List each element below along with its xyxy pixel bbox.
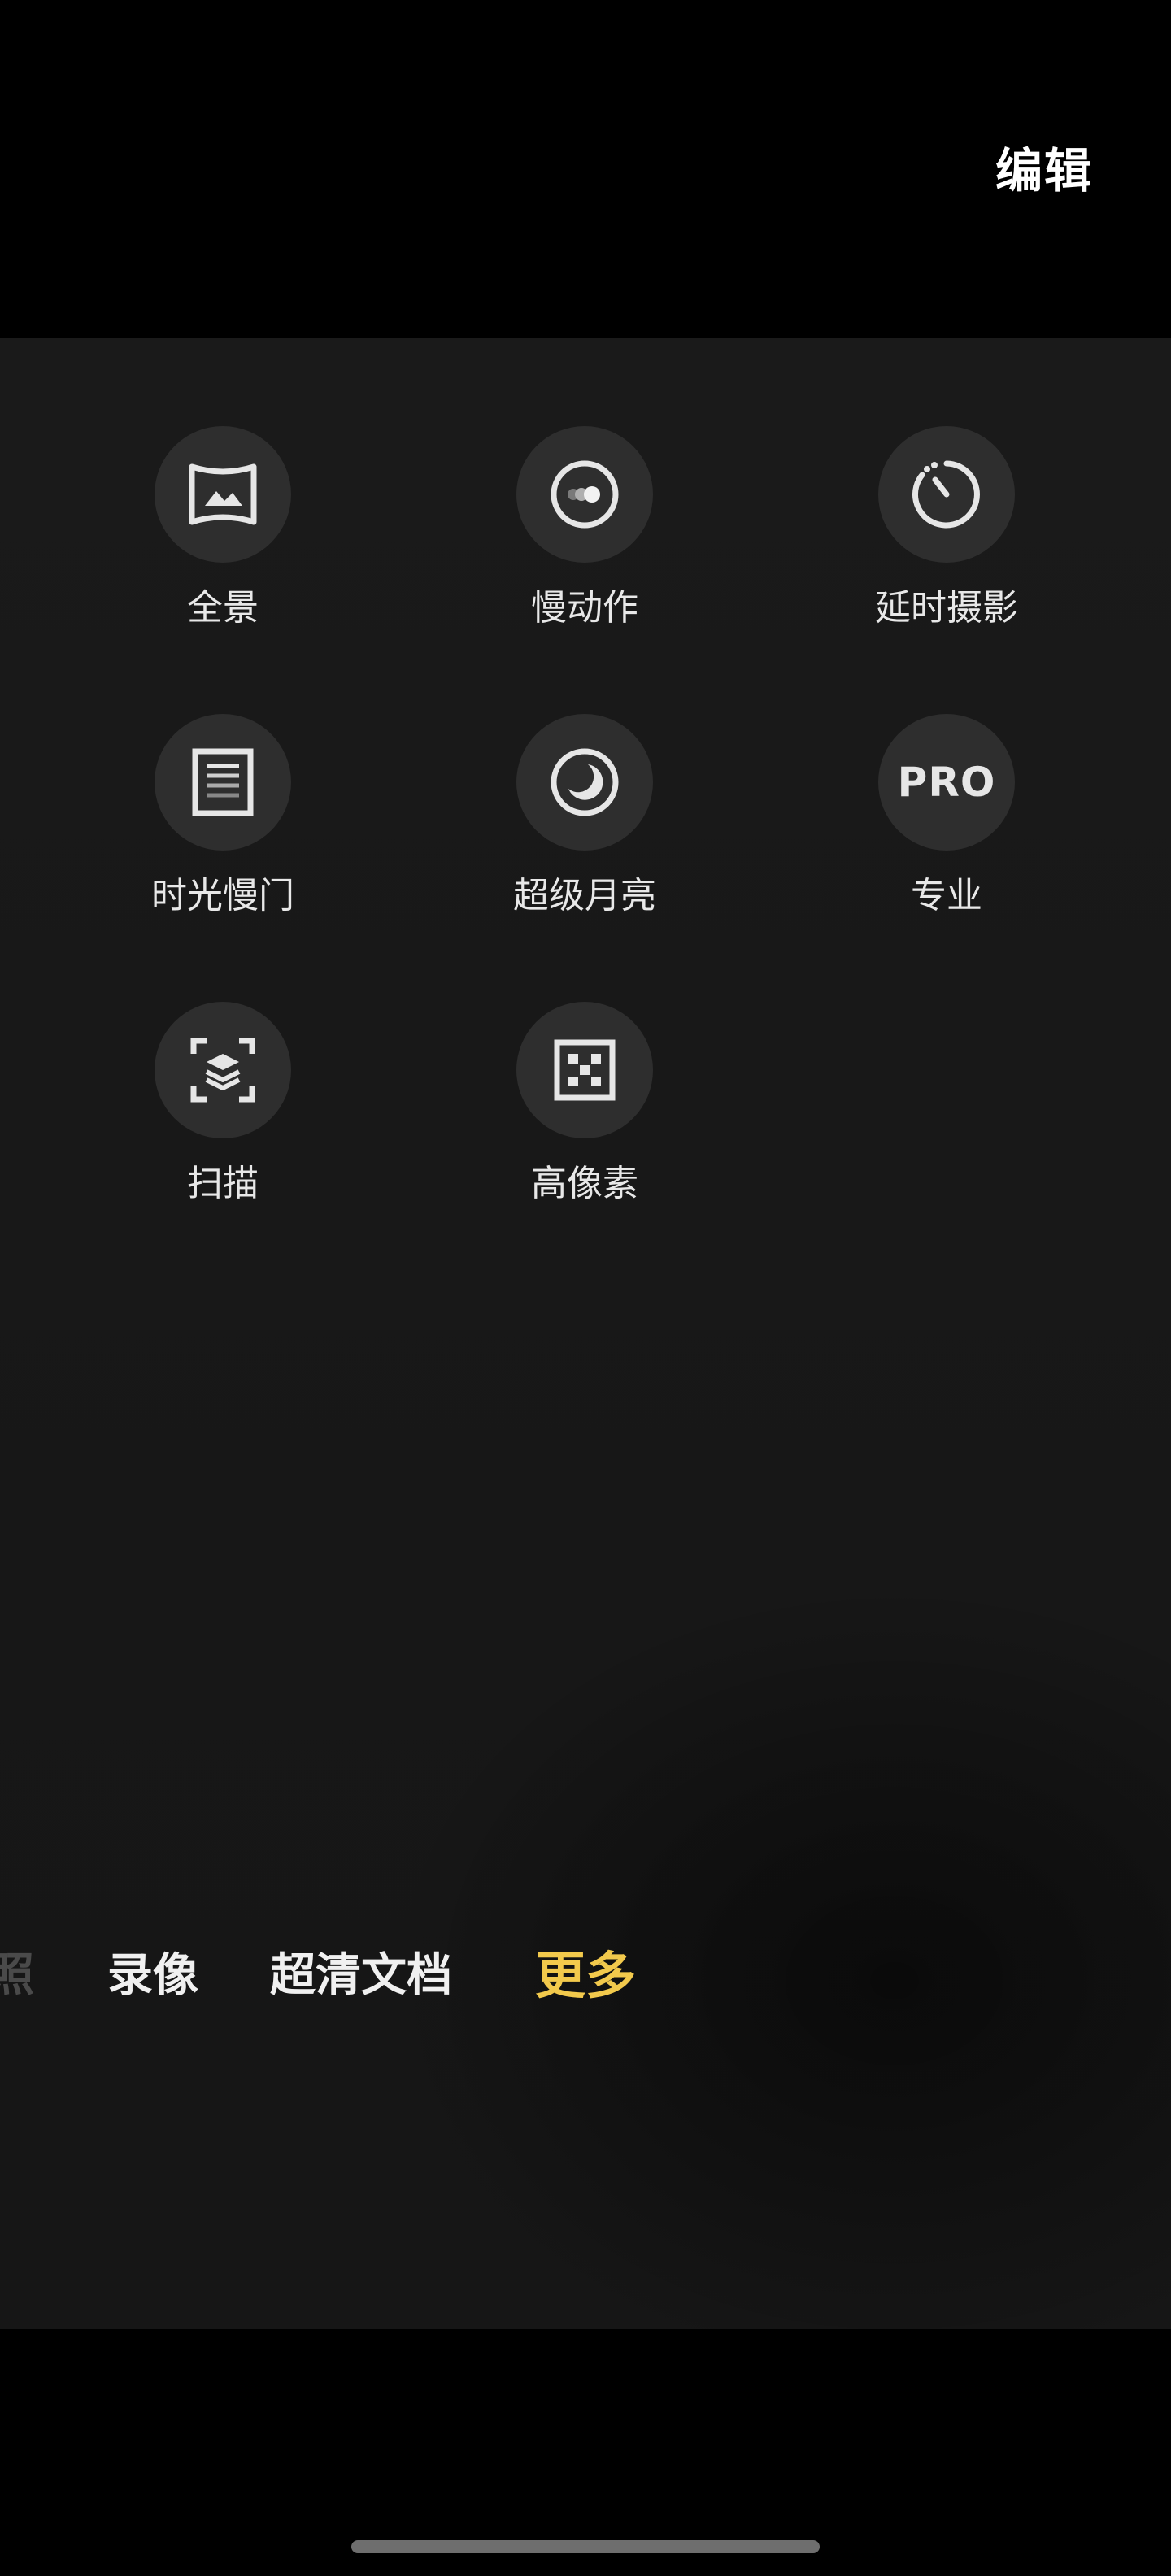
- mode-high-pixel[interactable]: 高像素: [438, 1002, 731, 1246]
- panorama-icon-circle: [155, 426, 291, 563]
- mode-panorama[interactable]: 全景: [76, 426, 369, 670]
- pro-icon-circle: PRO: [878, 714, 1015, 851]
- more-modes-panel: 全景 慢动作 延时摄影 时光慢门 超级月亮 PRO 专业 扫描 高像素 照 录像…: [0, 338, 1171, 2329]
- mode-label: 延时摄影: [875, 587, 1018, 629]
- tab-more[interactable]: 更多: [535, 1935, 636, 2017]
- long-exposure-icon: [192, 748, 254, 816]
- timelapse-icon: [912, 460, 980, 529]
- tab-hd-document[interactable]: 超清文档: [270, 1935, 452, 2017]
- mode-slow-motion[interactable]: 慢动作: [438, 426, 731, 670]
- mode-label: 扫描: [187, 1163, 259, 1204]
- long-exposure-icon-circle: [155, 714, 291, 851]
- scan-icon-circle: [155, 1002, 291, 1138]
- mode-label: 慢动作: [531, 587, 638, 629]
- mode-scan[interactable]: 扫描: [76, 1002, 369, 1246]
- mode-label: 时光慢门: [151, 875, 294, 916]
- home-indicator[interactable]: [351, 2540, 820, 2553]
- mode-pro[interactable]: PRO 专业: [800, 714, 1093, 958]
- mode-label: 全景: [187, 587, 259, 629]
- mode-super-moon[interactable]: 超级月亮: [438, 714, 731, 958]
- mode-long-exposure[interactable]: 时光慢门: [76, 714, 369, 958]
- slow-motion-icon: [551, 460, 619, 529]
- mode-label: 超级月亮: [513, 875, 656, 916]
- timelapse-icon-circle: [878, 426, 1015, 563]
- super-moon-icon-circle: [516, 714, 653, 851]
- panorama-icon: [189, 463, 257, 525]
- scan-icon: [190, 1038, 255, 1103]
- mode-label: 高像素: [531, 1163, 638, 1204]
- camera-mode-tabs: 照 录像 超清文档 更多: [0, 1935, 1171, 2025]
- edit-button[interactable]: 编辑: [995, 138, 1093, 203]
- pro-icon: PRO: [897, 759, 996, 806]
- tab-photo[interactable]: 照: [0, 1935, 34, 2017]
- high-pixel-icon: [554, 1039, 616, 1101]
- tab-video[interactable]: 录像: [107, 1935, 198, 2017]
- slow-motion-icon-circle: [516, 426, 653, 563]
- super-moon-icon: [551, 748, 619, 816]
- mode-label: 专业: [911, 875, 982, 916]
- bottom-bar: [0, 2329, 1171, 2576]
- high-pixel-icon-circle: [516, 1002, 653, 1138]
- mode-timelapse[interactable]: 延时摄影: [800, 426, 1093, 670]
- top-bar: 编辑: [0, 0, 1171, 338]
